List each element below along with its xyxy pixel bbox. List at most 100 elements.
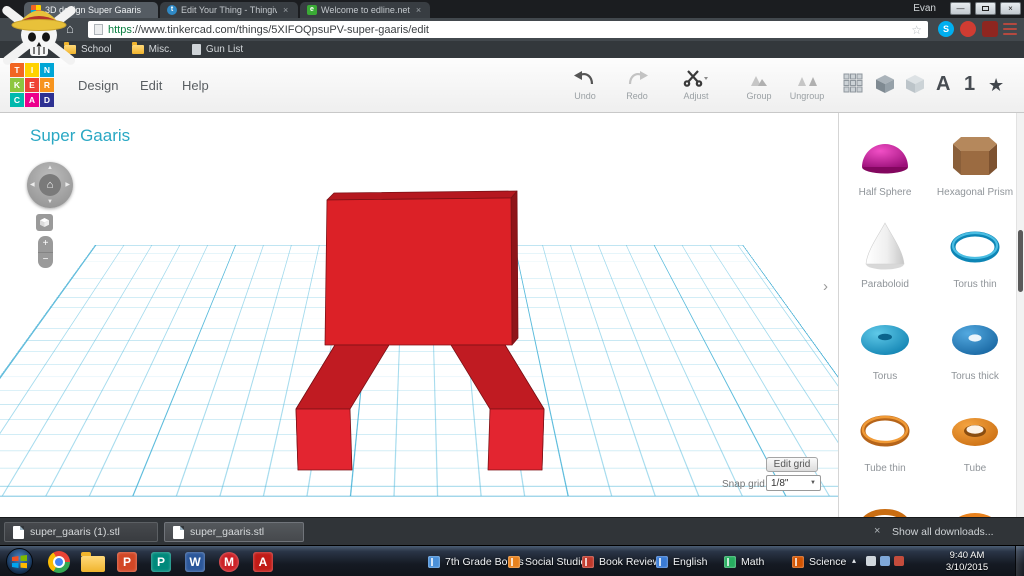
shape-torus-thick[interactable]: Torus thick (933, 311, 1017, 382)
download-bar-close-icon[interactable]: × (874, 525, 880, 537)
right-leg-end-face (488, 409, 544, 470)
tray-expand-icon[interactable]: ▴ (852, 556, 856, 565)
rotate-right-icon[interactable]: ▶ (65, 182, 70, 188)
taskbar-chrome-icon[interactable] (44, 549, 74, 575)
tab-thingiverse[interactable]: t Edit Your Thing - Thingiv × (160, 2, 298, 18)
taskbar-word-icon[interactable]: W (180, 549, 210, 575)
maximize-button[interactable] (975, 2, 996, 15)
taskbar-publisher-icon[interactable]: P (146, 549, 176, 575)
taskbar-clock[interactable]: 9:40 AM 3/10/2015 (934, 550, 1000, 573)
undo-button[interactable]: Undo (556, 69, 614, 101)
shape-name: Torus thin (933, 279, 1017, 290)
shape-torus-thin[interactable]: Torus thin (933, 219, 1017, 290)
show-desktop-button[interactable] (1015, 546, 1024, 576)
adjust-scissors-icon (666, 69, 726, 87)
adjust-button[interactable]: Adjust (666, 69, 726, 101)
taskbar-shortcut-english[interactable]: English (656, 553, 707, 570)
basic-shapes-button[interactable] (874, 73, 896, 100)
download-file-name: super_gaaris (1).stl (30, 526, 120, 538)
tool-label: Redo (608, 91, 666, 101)
windows-taskbar: P P W M A 7th Grade Books Social Studies… (0, 545, 1024, 576)
panel-collapse-chevron[interactable]: › (823, 278, 828, 295)
start-button[interactable] (6, 548, 33, 576)
edit-grid-button[interactable]: Edit grid (766, 457, 818, 472)
download-item[interactable]: super_gaaris (1).stl (4, 522, 158, 542)
download-item[interactable]: super_gaaris.stl (164, 522, 304, 542)
design-title: Super Gaaris (30, 126, 130, 146)
favorites-shapes-button[interactable]: ★ (988, 75, 1004, 96)
taskbar-shortcut-social-studies[interactable]: Social Studies (508, 553, 592, 570)
taskbar-shortcut-science[interactable]: Science (792, 553, 846, 570)
tray-flag-icon[interactable] (894, 556, 904, 566)
straw-hat-skull-logo (0, 0, 82, 77)
menu-icon[interactable] (1003, 23, 1017, 35)
menu-help[interactable]: Help (182, 78, 209, 93)
book-icon (508, 556, 520, 568)
shape-partial[interactable] (933, 495, 1017, 517)
screen: 3D design Super Gaaris | T t Edit Your T… (0, 0, 1024, 576)
close-button[interactable]: × (1000, 2, 1021, 15)
taskbar-adobe-icon[interactable]: A (248, 549, 278, 575)
shape-hexagonal-prism[interactable]: Hexagonal Prism (933, 127, 1017, 198)
tab-edline[interactable]: e Welcome to edline.net × (300, 2, 430, 18)
minimize-button[interactable]: — (950, 2, 971, 15)
browser-user-name[interactable]: Evan (913, 3, 936, 14)
shortcut-label: English (673, 556, 707, 568)
model-super-gaaris[interactable] (0, 113, 838, 517)
home-view-icon[interactable]: ⌂ (39, 174, 61, 196)
bookmark-gun-list[interactable]: Gun List (192, 44, 243, 55)
shortcut-label: Math (741, 556, 764, 568)
zoom-in-button[interactable]: + (38, 236, 53, 253)
workplane-grid-button[interactable] (843, 73, 863, 98)
bookmark-folder-misc[interactable]: Misc. (132, 44, 172, 55)
ungroup-button[interactable]: Ungroup (778, 69, 836, 101)
scrollbar-thumb[interactable] (1018, 230, 1023, 292)
shape-torus[interactable]: Torus (843, 311, 927, 382)
extension-icon[interactable] (960, 21, 976, 37)
orbit-compass[interactable]: ▲ ▼ ◀ ▶ ⌂ (27, 162, 73, 208)
snap-grid-label: Snap grid (722, 479, 765, 490)
tray-network-icon[interactable] (880, 556, 890, 566)
taskbar-shortcut-book-review[interactable]: Book Review (582, 553, 660, 570)
shape-partial[interactable] (843, 495, 927, 517)
menu-design[interactable]: Design (78, 78, 118, 93)
rotate-up-icon[interactable]: ▲ (47, 165, 53, 171)
shape-name: Half Sphere (843, 187, 927, 198)
taskbar-shortcut-math[interactable]: Math (724, 553, 764, 570)
shape-name: Torus thick (933, 371, 1017, 382)
snap-grid-select[interactable]: 1/8" ▼ (766, 475, 821, 491)
show-all-downloads-link[interactable]: Show all downloads... (892, 526, 994, 538)
redo-button[interactable]: Redo (608, 69, 666, 101)
shapes-panel: Half Sphere Hexagonal Prism Paraboloid (838, 113, 1024, 517)
half-sphere-icon (855, 127, 915, 179)
rotate-left-icon[interactable]: ◀ (30, 182, 35, 188)
browser-tab-bar: 3D design Super Gaaris | T t Edit Your T… (0, 0, 1024, 18)
torus-icon (855, 311, 915, 363)
taskbar-powerpoint-icon[interactable]: P (112, 549, 142, 575)
bookmark-label: School (81, 44, 112, 55)
tool-label: Undo (556, 91, 614, 101)
tool-label: Ungroup (778, 91, 836, 101)
zoom-out-button[interactable]: − (38, 253, 53, 269)
menu-edit[interactable]: Edit (140, 78, 162, 93)
letters-shapes-button[interactable]: A (936, 73, 950, 96)
view-cube-button[interactable] (36, 214, 53, 231)
taskbar-explorer-icon[interactable] (78, 549, 108, 575)
tray-icon[interactable] (866, 556, 876, 566)
bookmark-star-icon[interactable]: ☆ (911, 24, 922, 36)
sidebar-scrollbar[interactable] (1016, 113, 1024, 517)
shape-paraboloid[interactable]: Paraboloid (843, 219, 927, 290)
taskbar-makerbot-icon[interactable]: M (214, 549, 244, 575)
geometric-shapes-button[interactable] (904, 73, 926, 100)
shape-tube-thin[interactable]: Tube thin (843, 403, 927, 474)
tab-close-icon[interactable]: × (283, 5, 288, 15)
rotate-down-icon[interactable]: ▼ (47, 199, 53, 205)
extension-icon[interactable] (982, 21, 998, 37)
url-field[interactable]: https://www.tinkercad.com/things/5XIFOQp… (88, 21, 928, 38)
shape-tube[interactable]: Tube (933, 403, 1017, 474)
shape-half-sphere[interactable]: Half Sphere (843, 127, 927, 198)
skype-icon[interactable]: S (938, 21, 954, 37)
tab-close-icon[interactable]: × (416, 5, 421, 15)
canvas-3d-viewport[interactable]: Super Gaaris ▲ ▼ ◀ ▶ ⌂ + − Edit grid Sna… (0, 113, 838, 517)
numbers-shapes-button[interactable]: 1 (964, 73, 975, 96)
